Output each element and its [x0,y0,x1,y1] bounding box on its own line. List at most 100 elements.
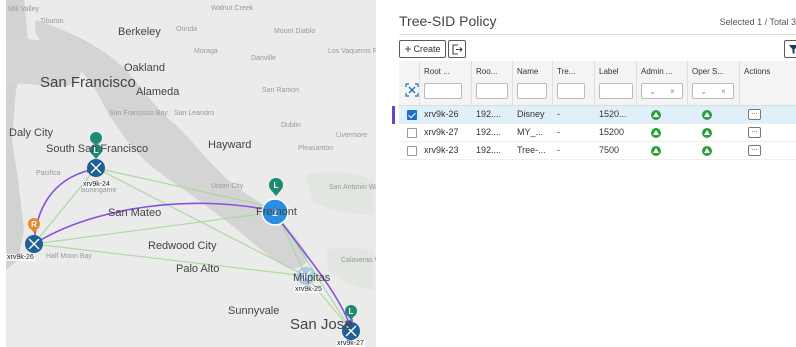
node-label: xrv9k-27 [336,340,365,347]
column-header[interactable]: Actions [744,67,770,76]
topology-map[interactable]: L R L L 2 Mill Valley Tiburon Berkeley Orin… [6,0,376,347]
table-row[interactable]: xrv9k-27 192.... MY_... -15200… [399,124,796,142]
column-filter-input[interactable] [517,83,547,99]
clear-icon[interactable]: × [721,87,726,96]
table-cell-name: Disney [517,109,545,119]
create-button[interactable]: + Create [399,40,446,58]
map-place-label: San Antonio Watershed [329,184,376,191]
map-place-label: Los Vaqueros Reservoir Watershed [328,48,376,55]
column-separator [471,61,472,106]
column-separator [636,61,637,106]
column-filter-select[interactable]: ⌄ × [692,83,734,99]
node-label: xrv9k-26 [6,254,35,261]
leaf-badge-letter: L [349,307,354,316]
node-label: xrv9k-25 [294,286,323,293]
map-place-label: San Francisco Bay [109,110,168,117]
table-cell-roo: 192.... [476,145,502,155]
filter-button[interactable] [784,40,796,58]
panel-title: Tree-SID Policy [399,13,497,29]
column-separator [687,61,688,106]
router-node-xrv9k-24[interactable] [87,159,105,177]
export-icon [451,43,463,55]
admin-status-up-icon [651,110,661,120]
tree-sid-policy-panel: Tree-SID Policy Selected 1 / Total 3 + C… [392,0,796,347]
map-place-label: Redwood City [148,240,217,252]
map-place-label: Union City [211,183,244,190]
row-checkbox[interactable] [407,110,417,120]
table-cell-label: 15200 [599,127,625,137]
row-actions-button[interactable]: … [748,127,761,138]
selection-summary: Selected 1 / Total 3 [719,17,796,27]
column-header[interactable]: Tre... [557,67,575,76]
export-button[interactable] [448,40,466,58]
map-place-label: Mount Diablo [274,28,316,35]
column-filter-input[interactable] [557,83,585,99]
map-place-label: Fremont [256,206,297,218]
map-place-label: Dublin [281,122,301,129]
admin-status-up-icon [651,128,661,138]
table-cell-tre: - [557,109,560,119]
map-place-label: Tiburon [40,18,64,25]
map-place-label: Livermore [336,132,368,139]
map-place-label: Mill Valley [8,6,39,13]
map-place-label: Pacifica [36,170,61,177]
column-header[interactable]: Root ... [424,67,450,76]
map-place-label: Calaveras Watershed [341,257,376,264]
row-actions-button[interactable]: … [748,145,761,156]
row-actions-button[interactable]: … [748,109,761,120]
column-filter-input[interactable] [476,83,508,99]
table-cell-root: xrv9k-26 [424,109,459,119]
column-filter-input[interactable] [599,83,633,99]
table-body: xrv9k-26 192.... Disney - 1520... … xrv9k-27 19… [392,106,796,160]
map-place-label: Burlingame [81,187,117,194]
chevron-down-icon: ⌄ [649,86,656,96]
column-filter-select[interactable]: ⌄ × [641,83,683,99]
map-place-label: Moraga [194,48,218,55]
map-place-label: San Mateo [108,207,162,219]
map-place-label: Pleasanton [298,145,334,152]
table-cell-label: 7500 [599,145,620,155]
root-badge-letter: R [31,220,37,229]
table-row[interactable]: xrv9k-26 192.... Disney - 1520... … [392,106,796,124]
map-place-label: Danville [251,55,276,62]
map-place-label: Palo Alto [176,263,220,275]
table-cell-root: xrv9k-23 [424,145,459,155]
column-filter-input[interactable] [424,83,462,99]
app-root: L R L L 2 Mill Valley Tiburon Berkeley Orin… [0,0,796,347]
oper-status-up-icon [702,128,712,138]
map-place-label: San Francisco [40,74,136,91]
divider [399,34,796,35]
column-header[interactable]: Name [517,67,538,76]
row-checkbox[interactable] [407,146,417,156]
map-place-label: Walnut Creek [211,5,254,12]
admin-status-up-icon [651,146,661,156]
create-button-label: Create [413,44,441,54]
clear-icon[interactable]: × [670,87,675,96]
table-cell-tre: - [557,127,560,137]
table-cell-label: 1520... [599,109,627,119]
row-checkbox[interactable] [407,128,417,138]
map-place-label: Half Moon Bay [46,253,92,260]
map-place-label: Orinda [176,26,198,33]
table-row[interactable]: xrv9k-23 192.... Tree-... -7500… [399,142,796,160]
select-all-icon[interactable] [405,83,419,97]
map-place-label: San Jose [290,316,353,333]
column-header[interactable]: Label [599,67,619,76]
table-cell-tre: - [557,145,560,155]
router-node-xrv9k-26[interactable] [25,235,43,253]
column-separator [419,61,420,106]
column-header[interactable]: Admin ... [641,67,673,76]
column-header[interactable]: Oper S... [692,67,724,76]
map-place-label: San Ramon [262,87,299,94]
filter-icon [789,44,796,54]
column-separator [552,61,553,106]
map-place-label: Berkeley [118,26,161,38]
table-cell-roo: 192.... [476,109,502,119]
plus-icon: + [404,42,412,56]
leaf-badge-letter: L [274,181,279,190]
map-place-label: Hayward [208,139,252,151]
map-place-label: South San Francisco [46,143,149,155]
table-cell-root: xrv9k-27 [424,127,459,137]
column-header[interactable]: Roo... [476,67,497,76]
oper-status-up-icon [702,110,712,120]
